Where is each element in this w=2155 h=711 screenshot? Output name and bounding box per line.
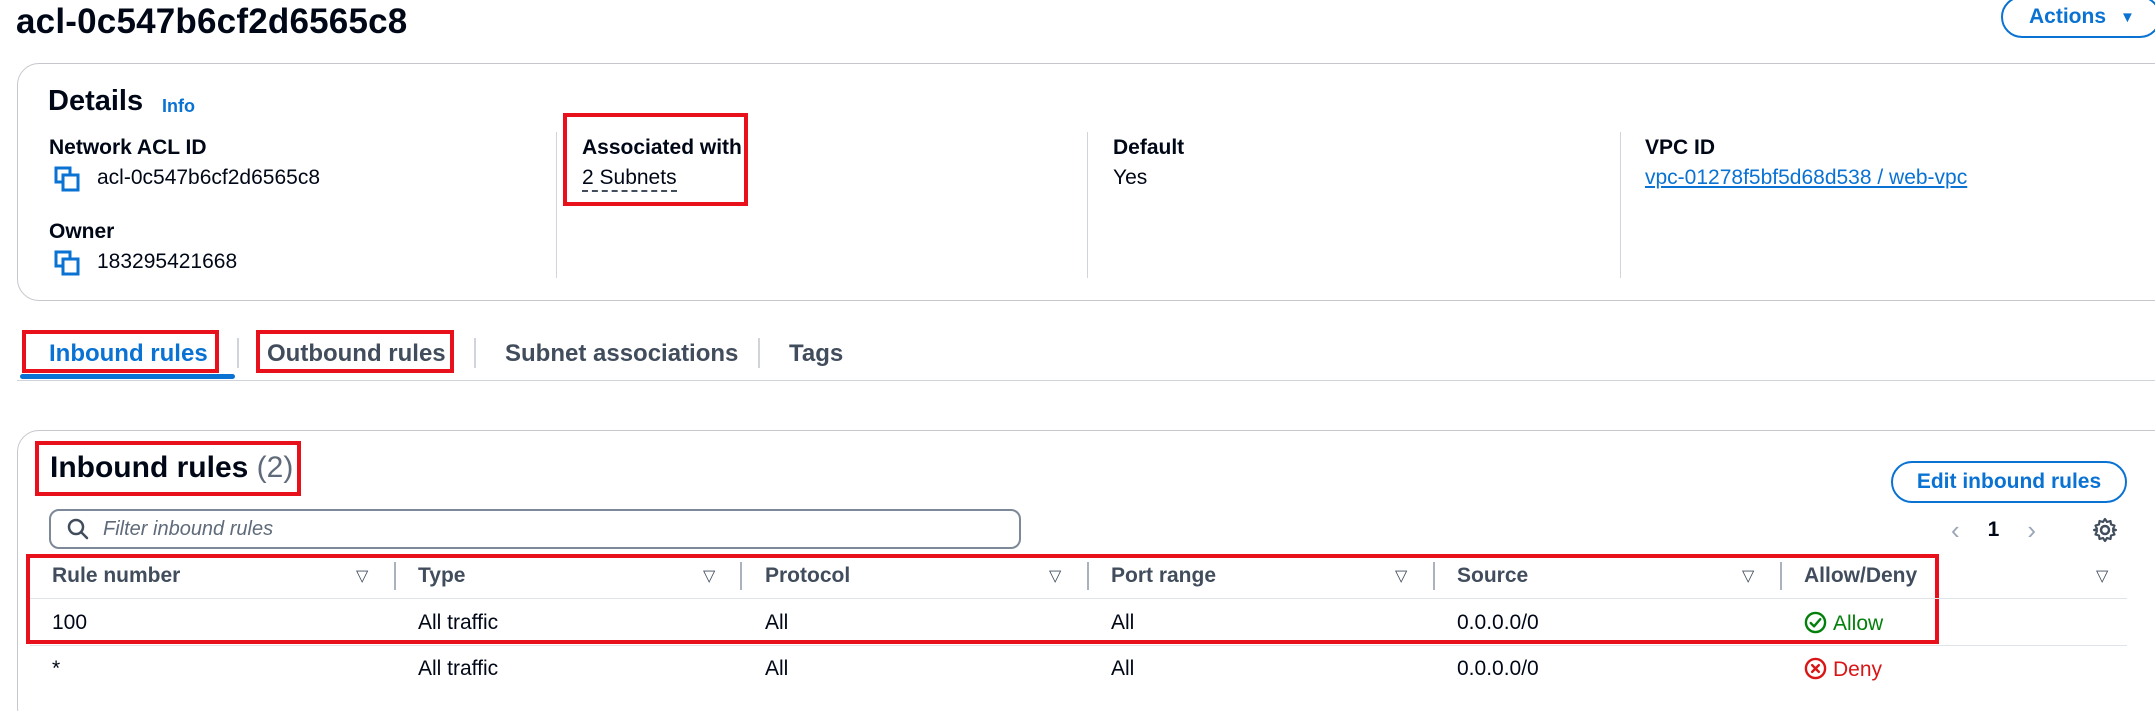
- prev-page-icon[interactable]: ‹: [1951, 515, 1960, 546]
- cell-allow-deny: Allow: [1804, 611, 1883, 636]
- copy-icon[interactable]: [54, 166, 80, 192]
- sort-caret-icon[interactable]: ▽: [1395, 566, 1407, 586]
- filter-input[interactable]: [103, 517, 983, 541]
- highlight-box: [26, 554, 1939, 644]
- associated-subnets-text[interactable]: 2 Subnets: [582, 166, 677, 192]
- associated-with-label: Associated with: [582, 136, 742, 159]
- tabs-baseline: [17, 380, 2155, 381]
- gear-icon[interactable]: [2092, 517, 2118, 543]
- page-number[interactable]: 1: [1988, 518, 2000, 542]
- copy-icon[interactable]: [54, 250, 80, 276]
- sort-caret-icon[interactable]: ▽: [703, 566, 715, 586]
- cell-type: All traffic: [418, 657, 499, 680]
- cell-source: 0.0.0.0/0: [1457, 611, 1539, 634]
- page-title: acl-0c547b6cf2d6565c8: [16, 2, 408, 41]
- cell-rule-number: *: [52, 657, 61, 680]
- sort-caret-icon[interactable]: ▽: [2096, 566, 2108, 586]
- column-resizer[interactable]: [394, 562, 396, 590]
- next-page-icon[interactable]: ›: [2027, 515, 2036, 546]
- column-resizer[interactable]: [1780, 562, 1782, 590]
- header-divider: [30, 598, 2127, 599]
- tab-tags[interactable]: Tags: [789, 340, 843, 368]
- associated-subnets-link[interactable]: 2 Subnets: [582, 166, 677, 192]
- network-acl-id-value: acl-0c547b6cf2d6565c8: [97, 166, 321, 189]
- tab-inbound-rules[interactable]: Inbound rules: [49, 340, 208, 368]
- tab-separator: [474, 338, 476, 368]
- cell-rule-number: 100: [52, 611, 88, 634]
- column-header-type[interactable]: Type: [418, 564, 465, 588]
- divider: [556, 132, 557, 278]
- active-tab-indicator: [20, 374, 235, 379]
- cell-protocol: All: [765, 657, 789, 680]
- edit-inbound-rules-button[interactable]: Edit inbound rules: [1891, 461, 2127, 503]
- column-header-protocol[interactable]: Protocol: [765, 564, 850, 588]
- caret-down-icon: ▼: [2120, 8, 2135, 26]
- default-label: Default: [1113, 136, 1185, 159]
- tab-separator: [758, 338, 760, 368]
- cell-protocol: All: [765, 611, 789, 634]
- column-resizer[interactable]: [1087, 562, 1089, 590]
- sort-caret-icon[interactable]: ▽: [1049, 566, 1061, 586]
- cell-type: All traffic: [418, 611, 499, 634]
- divider: [1620, 132, 1621, 278]
- allow-label: Allow: [1833, 612, 1884, 635]
- vpc-id-link[interactable]: vpc-01278f5bf5d68d538 / web-vpc: [1645, 166, 1967, 190]
- tab-outbound-rules[interactable]: Outbound rules: [267, 340, 446, 368]
- column-header-port-range[interactable]: Port range: [1111, 564, 1216, 588]
- cell-port-range: All: [1111, 611, 1135, 634]
- network-acl-id-label: Network ACL ID: [49, 136, 207, 159]
- actions-button[interactable]: Actions ▼: [2001, 0, 2155, 38]
- sort-caret-icon[interactable]: ▽: [356, 566, 368, 586]
- details-title: Details: [48, 85, 144, 117]
- check-circle-icon: [1804, 611, 1827, 634]
- vpc-id-label: VPC ID: [1645, 136, 1716, 159]
- sort-caret-icon[interactable]: ▽: [1742, 566, 1754, 586]
- filter-field[interactable]: [49, 509, 1021, 549]
- rules-title: Inbound rules (2): [50, 451, 293, 485]
- cell-port-range: All: [1111, 657, 1135, 680]
- column-header-source[interactable]: Source: [1457, 564, 1528, 588]
- cell-allow-deny: Deny: [1804, 657, 1882, 682]
- owner-label: Owner: [49, 220, 115, 243]
- row-divider: [30, 645, 2127, 646]
- actions-label: Actions: [2029, 5, 2107, 28]
- column-resizer[interactable]: [1433, 562, 1435, 590]
- default-value: Yes: [1113, 166, 1148, 189]
- column-resizer[interactable]: [740, 562, 742, 590]
- divider: [1087, 132, 1088, 278]
- column-header-rule-number[interactable]: Rule number: [52, 564, 180, 588]
- column-header-allow-deny[interactable]: Allow/Deny: [1804, 564, 1917, 588]
- info-link[interactable]: Info: [162, 96, 195, 117]
- deny-label: Deny: [1833, 658, 1883, 681]
- rules-count: (2): [256, 451, 294, 484]
- pagination: ‹ 1 ›: [1951, 512, 2036, 548]
- x-circle-icon: [1804, 657, 1827, 680]
- rules-title-text: Inbound rules: [50, 451, 249, 484]
- owner-value: 183295421668: [97, 250, 238, 273]
- tab-subnet-associations[interactable]: Subnet associations: [505, 340, 738, 368]
- tab-separator: [237, 338, 239, 368]
- cell-source: 0.0.0.0/0: [1457, 657, 1539, 680]
- search-icon: [67, 518, 89, 540]
